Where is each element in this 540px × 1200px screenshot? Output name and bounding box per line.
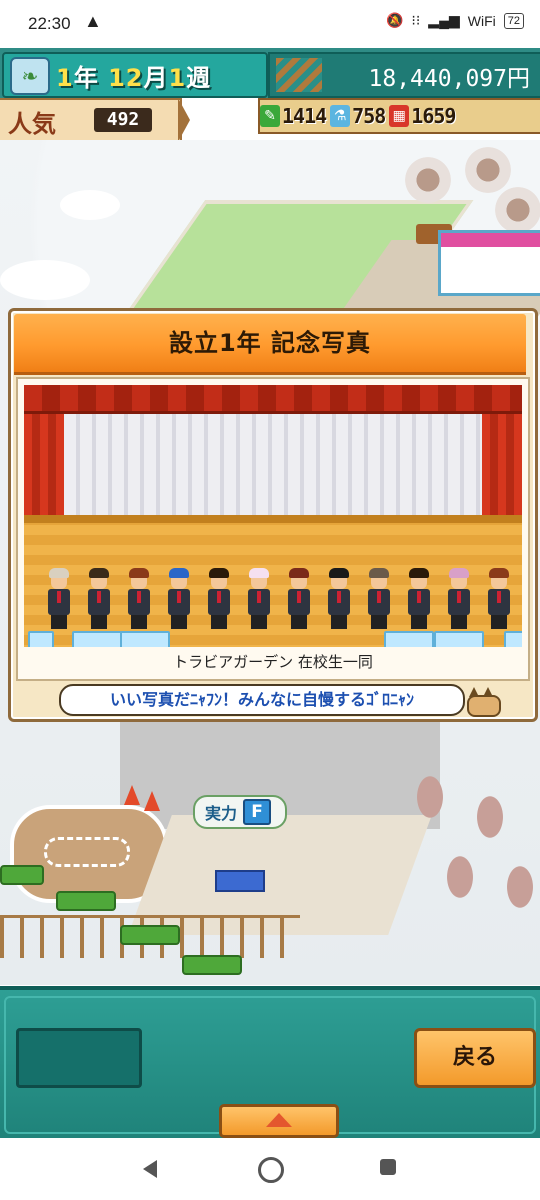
resource-flask: ⚗ 758	[330, 104, 386, 128]
blue-bench	[215, 870, 265, 892]
curtain-valance	[24, 385, 522, 414]
student-figure	[284, 568, 314, 629]
stage-screen	[64, 411, 482, 515]
students-row	[44, 568, 514, 631]
snow-patch	[0, 260, 90, 300]
popularity-value: 492	[94, 108, 152, 132]
bare-tree	[430, 845, 490, 925]
snow-patch	[60, 190, 120, 220]
student-figure	[124, 568, 154, 629]
bottom-panel-frame: 戻る	[4, 996, 536, 1138]
popularity-panel[interactable]: 人気 492	[0, 98, 182, 142]
group-photo	[24, 385, 522, 647]
student-figure	[324, 568, 354, 629]
resource-pencil: ✎ 1414	[260, 104, 327, 128]
student-figure	[204, 568, 234, 629]
warning-triangle-icon: ▲	[84, 11, 102, 31]
status-icons: 🔕 ⁝⁝ ▂▄▆ WiFi 72	[386, 12, 524, 29]
empty-slot-button[interactable]	[16, 1028, 142, 1088]
pencil-icon: ✎	[260, 105, 280, 127]
hedge	[0, 865, 44, 885]
nav-recents-icon[interactable]	[380, 1159, 396, 1175]
curtain-right	[482, 411, 522, 515]
skill-grade: F	[243, 799, 272, 825]
photo-frame: トラビアガーデン 在校生一同	[16, 377, 530, 681]
photo-caption: トラビアガーデン 在校生一同	[173, 653, 373, 671]
skill-badge[interactable]: 実力 F	[193, 795, 287, 829]
android-nav-bar	[0, 1138, 540, 1200]
popularity-label: 人気	[8, 110, 56, 138]
cone-icon	[144, 791, 160, 811]
student-figure	[364, 568, 394, 629]
school-building[interactable]	[438, 230, 540, 296]
dialog-title: 設立1年 記念写真	[14, 314, 526, 375]
signal-icon: ▂▄▆	[428, 12, 460, 28]
cat-mascot-icon	[463, 687, 503, 717]
cone-icon	[124, 785, 140, 805]
popularity-arrow-icon	[178, 98, 190, 142]
flower-box	[120, 631, 170, 647]
hedge	[120, 925, 180, 945]
student-figure	[44, 568, 74, 629]
resource-panel[interactable]: ✎ 1414 ⚗ 758 ▦ 1659	[258, 98, 540, 134]
money-panel[interactable]: 18,440,097円	[268, 52, 540, 98]
date-panel[interactable]: ❧ 1年 12月1週	[2, 52, 268, 98]
campus-lower	[0, 715, 540, 985]
student-figure	[484, 568, 514, 629]
bare-tree	[400, 765, 460, 845]
flower-box	[384, 631, 434, 647]
clock: 22:30	[28, 14, 71, 33]
nav-home-icon[interactable]	[258, 1157, 284, 1183]
red-box-icon: ▦	[389, 105, 410, 127]
leaf-season-icon: ❧	[10, 57, 50, 95]
wifi-label: WiFi	[467, 12, 496, 29]
money-stripe-decoration	[276, 58, 322, 92]
stage-edge	[24, 515, 522, 523]
student-figure	[84, 568, 114, 629]
curtain-left	[24, 411, 64, 515]
flower-box	[434, 631, 484, 647]
money-amount: 18,440,097円	[368, 66, 530, 92]
student-figure	[244, 568, 274, 629]
status-bar: 22:30 ▲ 🔕 ⁝⁝ ▂▄▆ WiFi 72	[0, 0, 540, 48]
nav-back-icon[interactable]	[143, 1160, 157, 1178]
flask-icon: ⚗	[330, 105, 351, 127]
commemorative-photo-dialog[interactable]: 設立1年 記念写真 トラビアガーデン 在校生一同 いい写真だﾆｬﾌﾝ！みんなに自…	[8, 308, 538, 722]
mute-icon: 🔕	[385, 12, 404, 28]
speech-bubble: いい写真だﾆｬﾌﾝ！みんなに自慢するｺﾞﾛﾆｬﾝ	[59, 684, 465, 716]
flower-box	[72, 631, 122, 647]
bare-tree	[490, 855, 540, 935]
skill-label: 実力	[205, 804, 238, 823]
flower-box	[28, 631, 54, 647]
student-figure	[164, 568, 194, 629]
dots-icon: ⁝⁝	[411, 12, 421, 28]
student-figure	[444, 568, 474, 629]
up-arrow-icon	[266, 1113, 292, 1127]
game-date: 1年 12月1週	[56, 64, 212, 92]
hedge	[56, 891, 116, 911]
battery-icon: 72	[503, 12, 524, 29]
bottom-panel: 戻る	[0, 986, 540, 1142]
expand-up-button[interactable]	[219, 1104, 339, 1138]
resource-box: ▦ 1659	[389, 104, 456, 128]
snow-tree	[405, 150, 451, 210]
hedge	[182, 955, 242, 975]
back-button[interactable]: 戻る	[414, 1028, 536, 1088]
flower-box	[504, 631, 522, 647]
student-figure	[404, 568, 434, 629]
